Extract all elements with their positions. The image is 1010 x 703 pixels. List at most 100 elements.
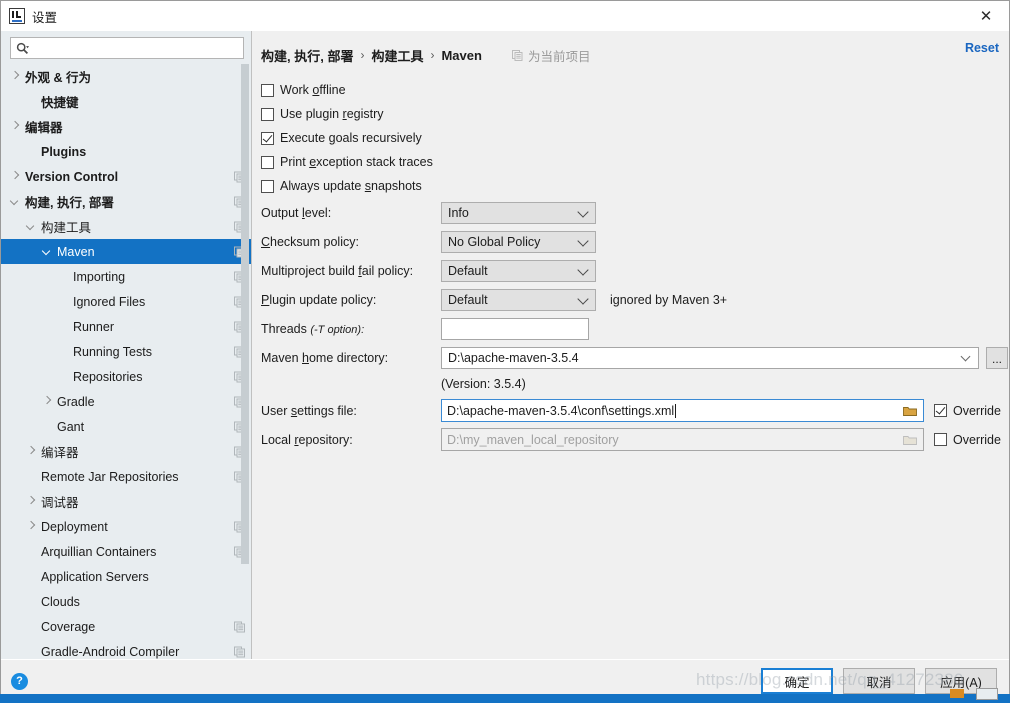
sidebar-item-plugins[interactable]: Plugins [1, 139, 251, 164]
breadcrumb-item-2[interactable]: Maven [441, 48, 481, 63]
sidebar-item-application-servers[interactable]: Application Servers [1, 564, 251, 589]
project-scope-label: 为当前项目 [527, 49, 591, 64]
sidebar-item-runner[interactable]: Runner [1, 314, 251, 339]
help-icon[interactable]: ? [11, 672, 28, 690]
checkbox-4[interactable] [261, 179, 274, 193]
maven-version-text: (Version: 3.5.4) [441, 377, 526, 391]
settings-tree[interactable]: 外观 & 行为快捷键编辑器 Plugins Version Control 构建, … [1, 64, 251, 659]
sidebar-item-label: 构建工具 [41, 221, 92, 235]
sidebar-item-label: 外观 & 行为 [25, 71, 91, 85]
user-settings-file-value: D:\apache-maven-3.5.4\conf\settings.xml [447, 403, 675, 418]
sidebar-item-importing[interactable]: Importing [1, 264, 251, 289]
search-input[interactable] [29, 41, 238, 55]
maven-version-row: (Version: 3.5.4) [261, 372, 1009, 396]
sidebar-item-maven[interactable]: Maven [1, 239, 251, 264]
settings-main-panel: 构建, 执行, 部署 › 构建工具 › Maven 为当前项目 Reset Wo… [252, 31, 1009, 659]
chevron-right-icon[interactable] [27, 447, 36, 456]
taskbar-strip [0, 694, 1010, 703]
threads-input[interactable] [441, 317, 589, 340]
checkbox-0[interactable] [261, 83, 274, 97]
local-repository-override-wrap[interactable]: Override [934, 433, 1001, 447]
sidebar-item-remote-jar-repositories[interactable]: Remote Jar Repositories [1, 464, 251, 489]
plugin-update-policy-select[interactable]: Default [441, 288, 596, 311]
user-settings-override-checkbox[interactable] [934, 404, 947, 417]
chevron-right-icon[interactable] [11, 122, 20, 131]
sidebar-item-label: Arquillian Containers [41, 544, 157, 559]
sidebar-item-version-control[interactable]: Version Control [1, 164, 251, 189]
output-level-value: Info [448, 205, 469, 220]
breadcrumb-item-1[interactable]: 构建工具 [371, 46, 423, 65]
cancel-button[interactable]: 取消 [843, 668, 915, 694]
checkbox-row[interactable]: Work offline [261, 78, 1009, 102]
maven-home-browse-button[interactable]: ... [986, 346, 1008, 369]
checkbox-row[interactable]: Execute goals recursively [261, 126, 1009, 150]
sidebar-item-编辑器[interactable]: 编辑器 [1, 114, 251, 139]
checkbox-2[interactable] [261, 131, 274, 145]
chevron-down-icon[interactable] [11, 197, 20, 206]
sidebar-item-running-tests[interactable]: Running Tests [1, 339, 251, 364]
maven-home-value: D:\apache-maven-3.5.4 [448, 350, 579, 365]
multiproject-policy-row: Multiproject build fail policy: Default [261, 256, 1009, 285]
sidebar-item-快捷键[interactable]: 快捷键 [1, 89, 251, 114]
checkbox-row[interactable]: Print exception stack traces [261, 150, 1009, 174]
window-title: 设置 [32, 10, 58, 25]
sidebar-item-deployment[interactable]: Deployment [1, 514, 251, 539]
copy-icon [234, 621, 245, 632]
sidebar-item-label: Application Servers [41, 569, 149, 584]
chevron-right-icon[interactable] [27, 522, 36, 531]
text-caret [675, 403, 677, 418]
search-container [1, 31, 251, 64]
folder-icon [903, 435, 917, 445]
chevron-right-icon[interactable] [27, 497, 36, 506]
sidebar-item-构建工具[interactable]: 构建工具 [1, 214, 251, 239]
reset-link[interactable]: Reset [965, 41, 999, 55]
checkbox-row[interactable]: Use plugin registry [261, 102, 1009, 126]
multiproject-policy-select[interactable]: Default [441, 259, 596, 282]
sidebar-item-clouds[interactable]: Clouds [1, 589, 251, 614]
chevron-right-icon[interactable] [43, 397, 52, 406]
ok-button[interactable]: 确定 [761, 668, 833, 694]
checkbox-1[interactable] [261, 107, 274, 121]
close-icon[interactable]: ✕ [963, 1, 1009, 31]
sidebar-item-外观-行为[interactable]: 外观 & 行为 [1, 64, 251, 89]
chevron-right-icon[interactable] [11, 172, 20, 181]
sidebar-item-repositories[interactable]: Repositories [1, 364, 251, 389]
checkbox-3[interactable] [261, 155, 274, 169]
folder-icon[interactable] [903, 405, 917, 417]
sidebar-item-arquillian-containers[interactable]: Arquillian Containers [1, 539, 251, 564]
search-box[interactable] [10, 37, 244, 59]
sidebar-item-label: 编辑器 [25, 121, 63, 135]
sidebar-item-gant[interactable]: Gant [1, 414, 251, 439]
sidebar-item-label: 构建, 执行, 部署 [25, 196, 114, 210]
user-settings-override-wrap[interactable]: Override [934, 404, 1001, 418]
maven-home-combo[interactable]: D:\apache-maven-3.5.4 [441, 346, 979, 369]
checkbox-label: Work offline [280, 83, 346, 97]
settings-sidebar: 外观 & 行为快捷键编辑器 Plugins Version Control 构建, … [1, 31, 252, 659]
breadcrumb-item-0[interactable]: 构建, 执行, 部署 [261, 46, 353, 65]
threads-row: Threads (-T option): [261, 314, 1009, 343]
checkbox-row[interactable]: Always update snapshots [261, 174, 1009, 198]
chevron-down-icon[interactable] [27, 222, 36, 231]
sidebar-item-gradle[interactable]: Gradle [1, 389, 251, 414]
sidebar-item-编译器[interactable]: 编译器 [1, 439, 251, 464]
chevron-right-icon[interactable] [11, 72, 20, 81]
checkbox-group: Work offline Use plugin registry Execute g… [261, 78, 1009, 198]
sidebar-item-coverage[interactable]: Coverage [1, 614, 251, 639]
search-icon [16, 42, 29, 54]
user-settings-row: User settings file: D:\apache-maven-3.5.… [261, 396, 1009, 425]
sidebar-item-调试器[interactable]: 调试器 [1, 489, 251, 514]
copy-icon [234, 646, 245, 657]
sidebar-item-ignored-files[interactable]: Ignored Files [1, 289, 251, 314]
checksum-policy-select[interactable]: No Global Policy [441, 230, 596, 253]
sidebar-item-label: 编译器 [41, 446, 79, 460]
breadcrumb-separator: › [360, 48, 365, 62]
sidebar-item-构建-执行-部署[interactable]: 构建, 执行, 部署 [1, 189, 251, 214]
chevron-down-icon [577, 205, 589, 218]
user-settings-file-input[interactable]: D:\apache-maven-3.5.4\conf\settings.xml [441, 399, 924, 422]
chevron-down-icon[interactable] [43, 247, 52, 256]
sidebar-scrollbar-thumb[interactable] [241, 64, 249, 564]
local-repository-value: D:\my_maven_local_repository [447, 432, 619, 447]
sidebar-item-gradle-android-compiler[interactable]: Gradle-Android Compiler [1, 639, 251, 659]
local-repository-override-checkbox[interactable] [934, 433, 947, 446]
output-level-select[interactable]: Info [441, 201, 596, 224]
